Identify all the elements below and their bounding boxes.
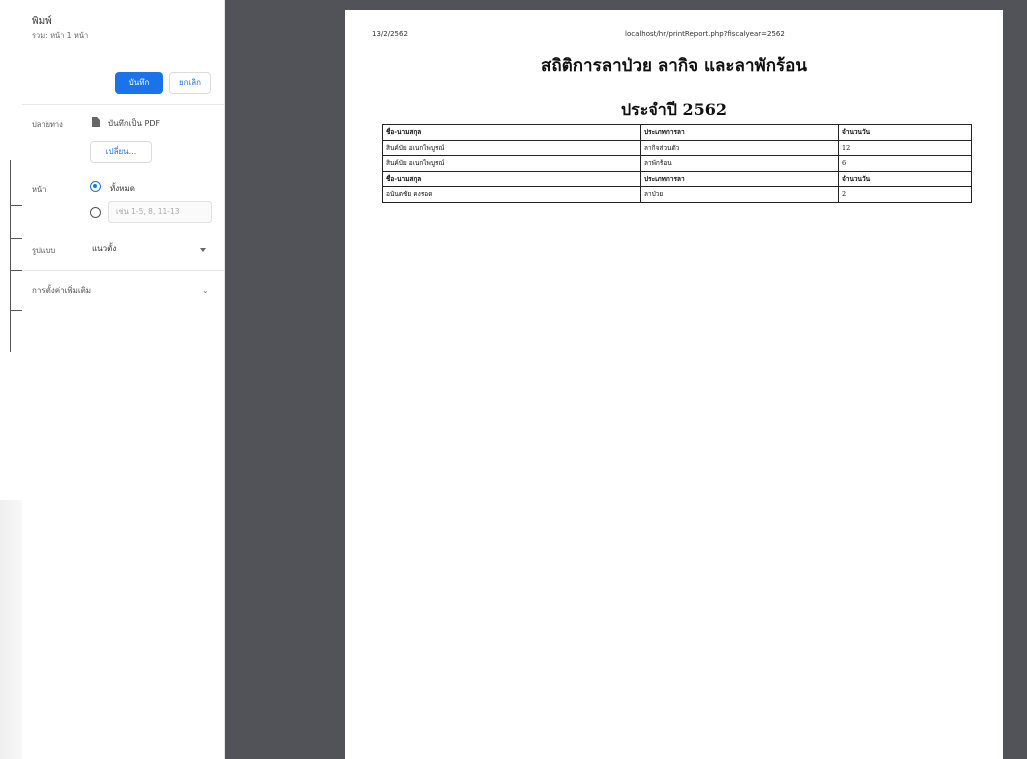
sheet-count: รวม: หน้า 1 หน้า — [32, 31, 89, 40]
destination-label: ปลายทาง — [32, 120, 63, 129]
table-row: สินค์บัย อเนกไพบูรณ์ ลาพักร้อน 6 — [382, 155, 972, 172]
pages-all-radio[interactable] — [90, 181, 101, 192]
pages-custom-input[interactable]: เช่น 1-5, 8, 11-13 — [108, 201, 212, 223]
pages-all-label: ทั้งหมด — [110, 184, 135, 193]
name-cell: ชื่อ-นามสกุล — [382, 124, 641, 141]
name-cell: สินค์บัย อเนกไพบูรณ์ — [382, 155, 641, 172]
table-row: สินค์บัย อเนกไพบูรณ์ ลากิจส่วนตัว 12 — [382, 139, 972, 156]
name-cell: สินค์บัย อเนกไพบูรณ์ — [382, 139, 641, 156]
change-destination-button[interactable]: เปลี่ยน... — [90, 141, 152, 163]
destination-text: บันทึกเป็น PDF — [108, 119, 161, 128]
leave-table: ชื่อ-นามสกุล ประเภทการลา จำนวนวัน สินค์บัย … — [382, 124, 972, 203]
leave-type-cell: ลาป่วย — [640, 186, 839, 203]
layout-value: แนวตั้ง — [92, 244, 117, 253]
destination-value[interactable]: บันทึกเป็น PDF — [92, 117, 160, 130]
layout-select[interactable]: แนวตั้ง — [90, 238, 212, 260]
leave-type-cell: ประเภทการลา — [640, 124, 839, 141]
chevron-down-icon[interactable]: ⌄ — [202, 286, 209, 295]
days-cell: จำนวนวัน — [838, 170, 972, 187]
report-title: สถิติการลาป่วย ลากิจ และลาพักร้อน — [541, 56, 807, 76]
cancel-button[interactable]: ยกเลิก — [169, 72, 211, 94]
days-cell: 6 — [838, 155, 972, 172]
page-edge-tick — [10, 238, 22, 239]
leave-type-cell: ลาพักร้อน — [640, 155, 839, 172]
page-header-date: 13/2/2562 — [372, 30, 408, 38]
days-cell: 12 — [838, 139, 972, 156]
page-edge-tick — [10, 270, 22, 271]
leave-type-cell: ลากิจส่วนตัว — [640, 139, 839, 156]
name-cell: ชื่อ-นามสกุล — [382, 170, 641, 187]
page-edge-tick — [10, 205, 22, 206]
page-edge-bracket — [10, 160, 22, 352]
days-cell: 2 — [838, 186, 972, 203]
layout-label: รูปแบบ — [32, 246, 56, 255]
table-header-row: ชื่อ-นามสกุล ประเภทการลา จำนวนวัน — [382, 124, 972, 141]
days-cell: จำนวนวัน — [838, 124, 972, 141]
name-cell: อนันตชัย คงรอด — [382, 186, 641, 203]
print-window: พิมพ์ รวม: หน้า 1 หน้า บันทึก ยกเลิก ปลา… — [0, 0, 1027, 759]
page-edge-tick — [10, 310, 22, 311]
print-settings-panel: พิมพ์ รวม: หน้า 1 หน้า บันทึก ยกเลิก ปลา… — [22, 0, 225, 759]
divider — [22, 104, 225, 105]
dropdown-caret-icon — [200, 248, 206, 252]
dialog-title: พิมพ์ — [32, 16, 52, 27]
print-preview-area: 13/2/2562 localhost/hr/printReport.php?f… — [225, 0, 1027, 759]
preview-page: 13/2/2562 localhost/hr/printReport.php?f… — [345, 10, 1003, 759]
save-button[interactable]: บันทึก — [115, 72, 163, 94]
divider — [22, 270, 225, 271]
pages-label: หน้า — [32, 185, 47, 194]
report-subtitle: ประจำปี 2562 — [621, 100, 727, 119]
pages-custom-radio[interactable] — [90, 207, 101, 218]
document-icon — [92, 117, 100, 127]
leave-type-cell: ประเภทการลา — [640, 170, 839, 187]
more-settings-toggle[interactable]: การตั้งค่าเพิ่มเติม — [32, 284, 91, 297]
page-header-url: localhost/hr/printReport.php?fiscalyear=… — [625, 30, 785, 38]
table-row: อนันตชัย คงรอด ลาป่วย 2 — [382, 186, 972, 203]
table-header-row: ชื่อ-นามสกุล ประเภทการลา จำนวนวัน — [382, 170, 972, 187]
